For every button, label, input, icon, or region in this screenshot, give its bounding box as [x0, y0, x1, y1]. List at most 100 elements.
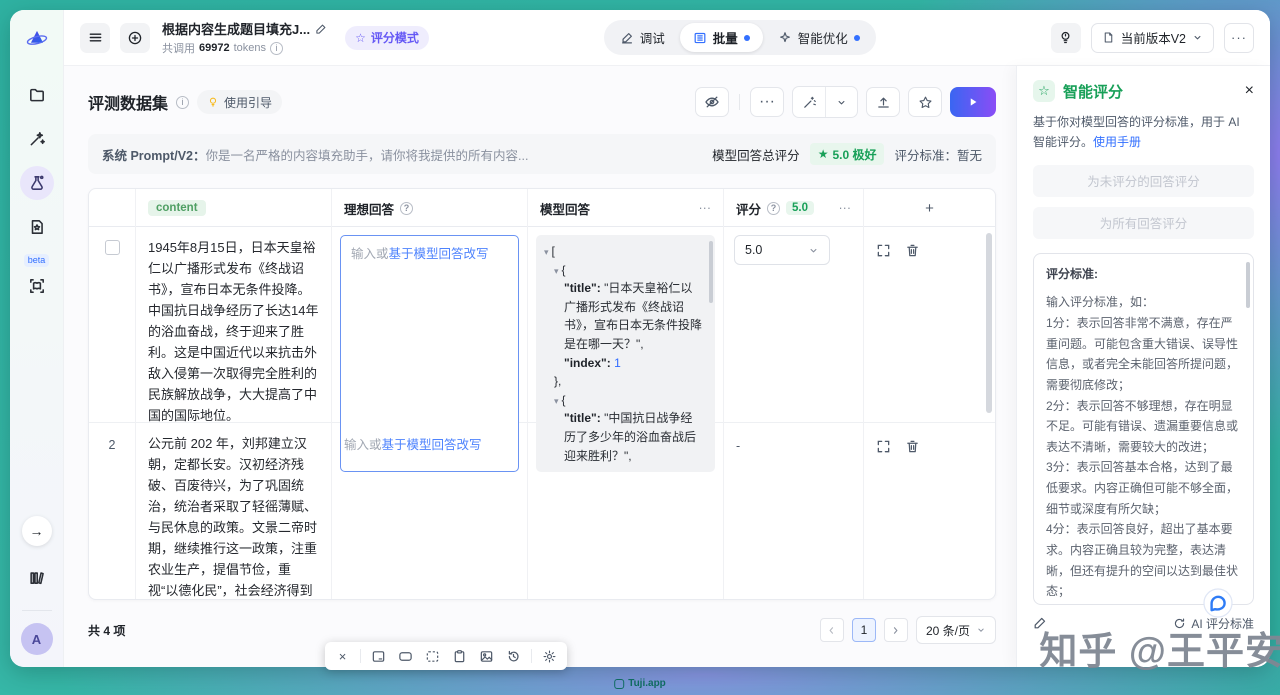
collapse-sidebar-button[interactable]: → — [22, 516, 52, 546]
capture-selection-button[interactable] — [420, 644, 445, 668]
prompt-title-block: 根据内容生成题目填充J... 共调用 69972 tokens i — [162, 19, 327, 56]
screenshot-frame: beta → A — [0, 0, 1280, 695]
document-icon — [1102, 31, 1115, 44]
sidebar-item-projects[interactable] — [20, 78, 54, 112]
capture-settings-button[interactable] — [537, 644, 562, 668]
ellipsis-icon: ··· — [759, 93, 775, 111]
top-bar: 根据内容生成题目填充J... 共调用 69972 tokens i ☆ 评分模式 — [64, 10, 1270, 66]
edit-pencil-icon[interactable] — [1033, 616, 1047, 630]
upload-button[interactable] — [866, 87, 900, 117]
tokens-value: 69972 — [199, 42, 230, 54]
table-more-button[interactable]: ··· — [750, 87, 784, 117]
new-session-button[interactable] — [120, 23, 150, 53]
topbar-more-button[interactable]: ··· — [1224, 23, 1254, 53]
capture-window-button[interactable] — [366, 644, 391, 668]
usage-guide-button[interactable]: 使用引导 — [197, 90, 282, 114]
expand-icon[interactable] — [876, 243, 891, 258]
capture-clipboard-button[interactable] — [447, 644, 472, 668]
sidebar-item-optimize[interactable] — [20, 122, 54, 156]
auto-generate-button[interactable] — [793, 87, 825, 117]
rewrite-from-model-link[interactable]: 基于模型回答改写 — [389, 247, 489, 261]
tab-debug[interactable]: 调试 — [607, 23, 678, 52]
json-key: "title": — [564, 281, 601, 295]
caret-down-icon[interactable]: ▾ — [554, 396, 559, 406]
manual-link[interactable]: 使用手册 — [1093, 135, 1141, 149]
model-answer-cell: ▾[ ▾{ "title": "日本天皇裕仁以广播形式发布《终战诏书》，宣布日本… — [527, 227, 723, 480]
tab-smart-optimize[interactable]: 智能优化 — [765, 23, 873, 52]
score-average-chip: 5.0 — [786, 201, 814, 215]
idea-button[interactable] — [1051, 23, 1081, 53]
scrollbar-thumb[interactable] — [986, 233, 992, 413]
capture-image-button[interactable] — [474, 644, 499, 668]
edit-title-button[interactable] — [315, 23, 327, 35]
star-outline-icon: ☆ — [1038, 83, 1050, 99]
plus-circle-icon — [127, 30, 143, 46]
trash-icon[interactable] — [905, 243, 920, 258]
row-checkbox[interactable] — [105, 240, 120, 255]
app-window: beta → A — [10, 10, 1270, 667]
tab-smart-optimize-label: 智能优化 — [798, 28, 848, 47]
content-column-header[interactable]: content — [135, 189, 331, 227]
page-size-select[interactable]: 20 条/页 — [916, 616, 996, 644]
prev-page-button[interactable] — [820, 618, 844, 642]
system-prompt-text: 你是一名严格的内容填充助手，请你将我提供的所有内容... — [206, 145, 529, 164]
score-column-header[interactable]: 评分 ? 5.0 ··· — [723, 189, 863, 227]
model-answer-json[interactable]: ▾[ ▾{ "title": "日本天皇裕仁以广播形式发布《终战诏书》，宣布日本… — [536, 235, 715, 472]
sidebar-item-library[interactable] — [20, 560, 54, 594]
run-all-button[interactable] — [950, 87, 996, 117]
trash-icon[interactable] — [905, 439, 920, 454]
score-select[interactable]: 5.0 — [734, 235, 830, 265]
hide-columns-button[interactable] — [695, 87, 729, 117]
next-page-button[interactable] — [884, 618, 908, 642]
score-value: 5.0 — [745, 240, 762, 260]
score-all-button[interactable]: 为所有回答评分 — [1033, 207, 1254, 239]
star-outline-icon: ☆ — [355, 31, 366, 45]
sidebar-item-knowledge[interactable] — [20, 269, 54, 303]
expand-icon[interactable] — [876, 439, 891, 454]
add-column-button[interactable]: + — [863, 189, 995, 227]
chevron-down-icon — [1192, 32, 1203, 43]
current-page[interactable]: 1 — [852, 618, 876, 642]
favorite-button[interactable] — [908, 87, 942, 117]
caret-down-icon[interactable]: ▾ — [554, 266, 559, 276]
menu-button[interactable] — [80, 23, 110, 53]
history-icon — [506, 649, 521, 664]
column-menu-button[interactable]: ··· — [839, 201, 852, 215]
tab-batch[interactable]: 批量 — [680, 23, 763, 52]
auto-generate-dropdown[interactable] — [825, 87, 857, 117]
caret-down-icon[interactable]: ▾ — [544, 247, 549, 257]
rewrite-from-model-link[interactable]: 基于模型回答改写 — [382, 438, 482, 452]
capture-rect-button[interactable] — [393, 644, 418, 668]
auto-generate-split-button — [792, 86, 858, 118]
flask-icon — [28, 174, 46, 192]
score-unscored-button[interactable]: 为未评分的回答评分 — [1033, 165, 1254, 197]
scrollbar-thumb[interactable] — [709, 241, 713, 303]
version-dropdown[interactable]: 当前版本V2 — [1091, 23, 1214, 53]
ideal-answer-column-header[interactable]: 理想回答 ? — [331, 189, 527, 227]
bulb-icon — [1058, 30, 1073, 45]
sidebar-item-templates[interactable] — [20, 210, 54, 244]
sparkle-icon — [778, 31, 792, 45]
ellipsis-icon: ··· — [1231, 30, 1247, 45]
criteria-line: 2分：表示回答不够理想，存在明显不足。可能有错误、遗漏重要信息或表达不清晰，需要… — [1046, 396, 1239, 458]
rounded-rect-icon — [398, 649, 413, 664]
app-logo[interactable] — [20, 22, 54, 56]
chevron-down-icon — [808, 245, 819, 256]
close-panel-button[interactable]: × — [1245, 83, 1254, 99]
ideal-answer-cell[interactable]: 输入或基于模型回答改写 — [331, 423, 527, 600]
capture-close-button[interactable]: × — [330, 644, 355, 668]
magic-wand-icon — [802, 95, 817, 110]
sidebar-item-evaluation[interactable] — [20, 166, 54, 200]
criteria-textarea[interactable]: 评分标准: 输入评分标准，如： 1分：表示回答非常不满意，存在严重问题。可能包含… — [1033, 253, 1254, 605]
content-cell[interactable]: 公元前 202 年，刘邦建立汉朝，定都长安。汉初经济残破、百废待兴，为了巩固统治… — [135, 423, 331, 600]
column-menu-button[interactable]: ··· — [699, 201, 712, 215]
table-header-row: content 理想回答 ? 模型回答 ··· 评分 — [89, 189, 995, 227]
capture-history-button[interactable] — [501, 644, 526, 668]
chat-widget-button[interactable] — [1202, 587, 1234, 619]
ideal-answer-label: 理想回答 — [344, 199, 394, 218]
model-answer-column-header[interactable]: 模型回答 ··· — [527, 189, 723, 227]
refresh-icon — [1173, 617, 1186, 630]
scrollbar-thumb[interactable] — [1246, 262, 1250, 308]
system-prompt-bar[interactable]: 系统 Prompt/V2： 你是一名严格的内容填充助手，请你将我提供的所有内容.… — [88, 134, 996, 174]
user-avatar[interactable]: A — [21, 623, 53, 655]
